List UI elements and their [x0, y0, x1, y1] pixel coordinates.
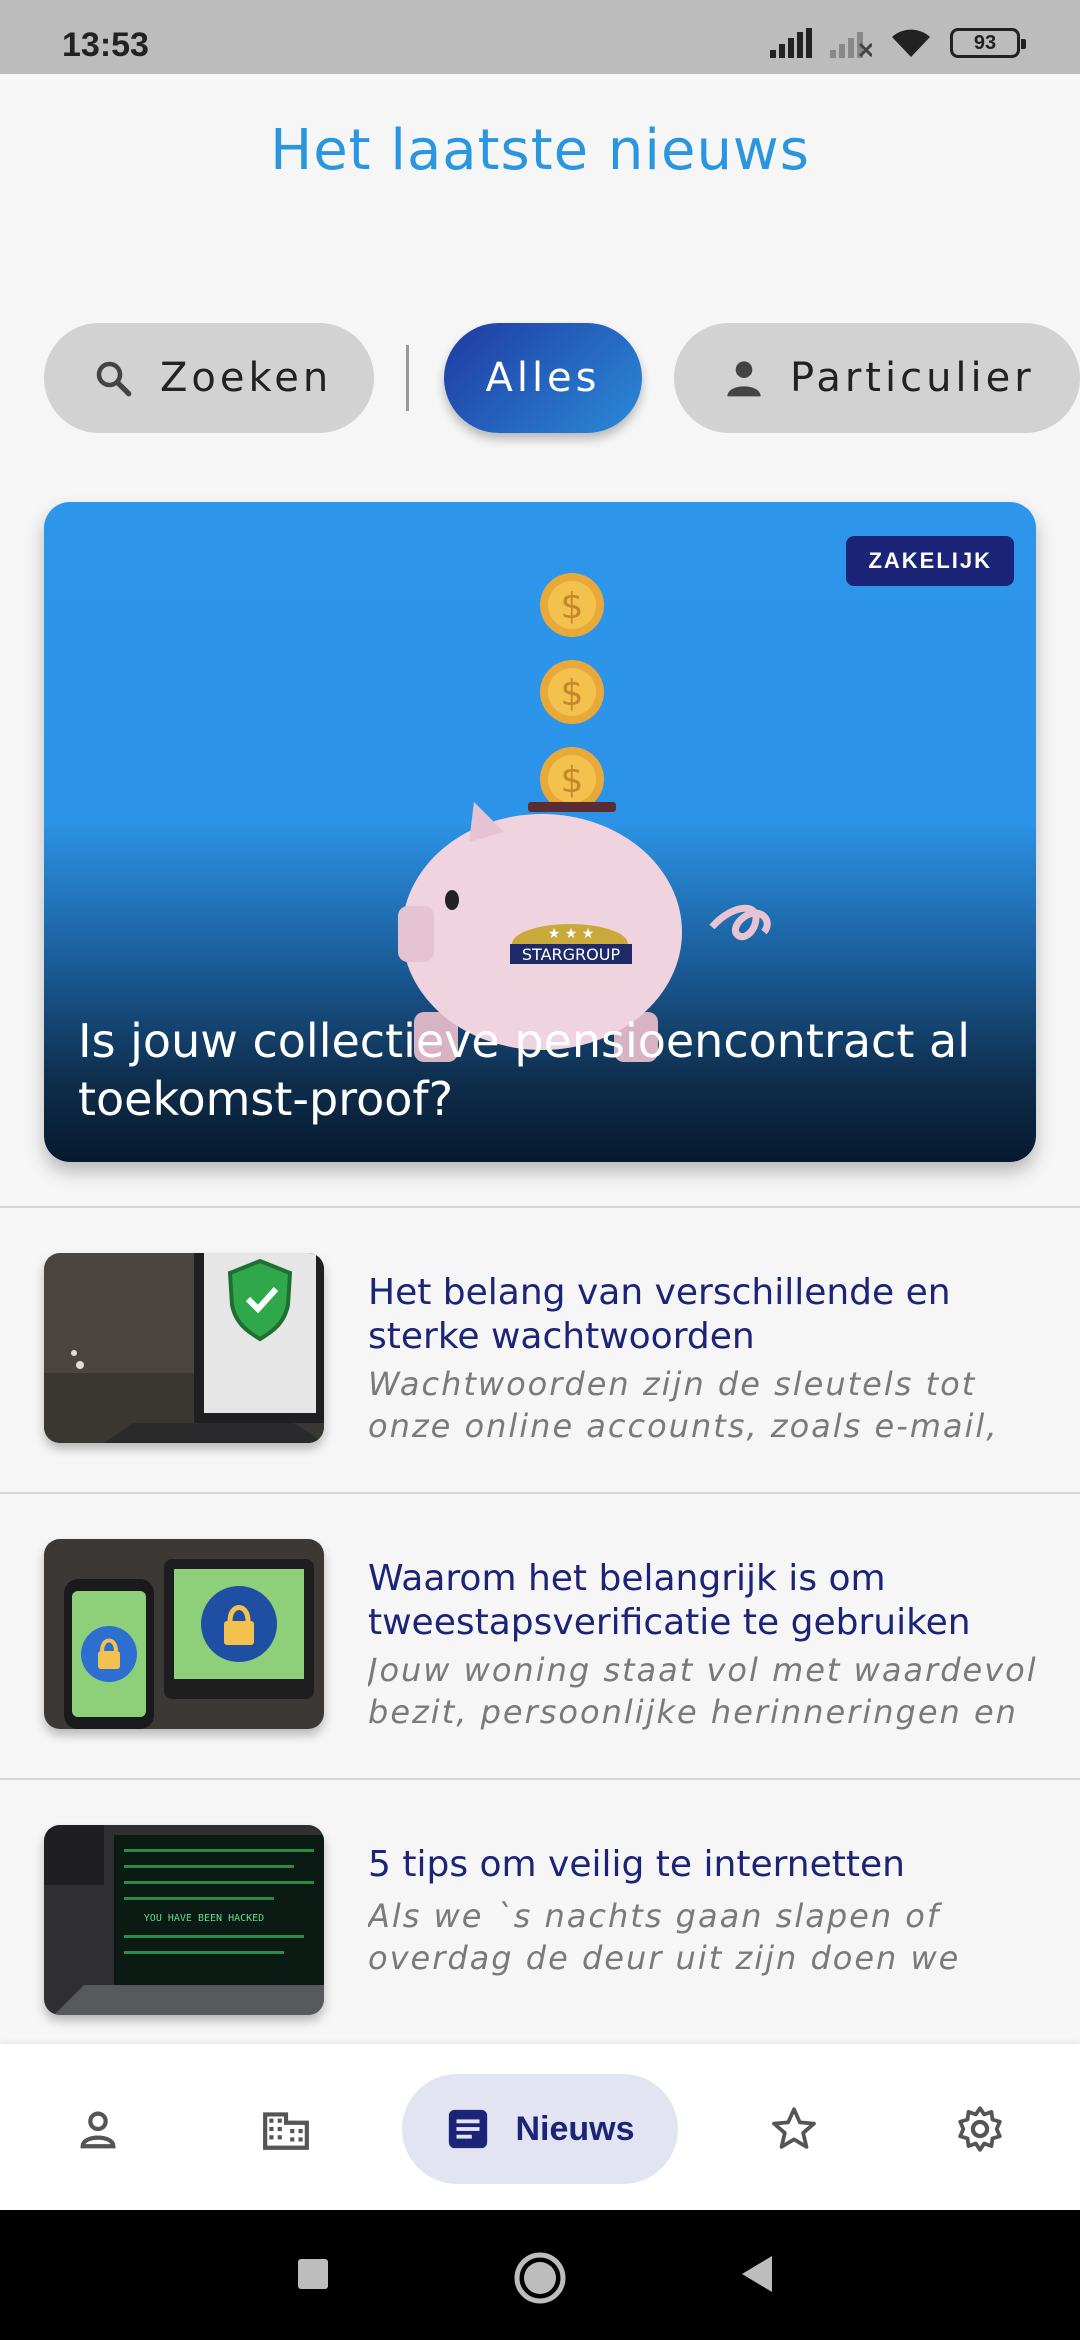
- building-icon: [263, 2112, 309, 2150]
- article-title: Het belang van verschillende en sterke w…: [368, 1272, 951, 1357]
- page-title: Het laatste nieuws: [270, 118, 810, 183]
- bottom-navigation: Nieuws: [0, 2044, 1080, 2210]
- nav-settings[interactable]: [930, 2074, 1030, 2184]
- svg-text:$: $: [561, 673, 584, 714]
- search-chip-label: Zoeken: [160, 355, 333, 401]
- nav-news-label: Nieuws: [515, 2109, 635, 2148]
- article-excerpt: Als we `s nachts gaan slapen of overdag …: [368, 1897, 961, 1977]
- signal-icon: [770, 28, 812, 58]
- private-chip[interactable]: Particulier: [674, 323, 1080, 433]
- chip-divider: [406, 345, 409, 411]
- list-item[interactable]: Het belang van verschillende en sterke w…: [44, 1253, 1044, 1445]
- battery-level: 93: [973, 31, 997, 54]
- article-excerpt: Wachtwoorden zijn de sleutels tot onze o…: [368, 1365, 999, 1445]
- system-navigation-bar: [0, 2210, 1080, 2340]
- lock-icon: [98, 1651, 120, 1669]
- article-excerpt: Jouw woning staat vol met waardevol bezi…: [368, 1651, 1038, 1731]
- home-icon[interactable]: [512, 2250, 568, 2306]
- filter-chips: Zoeken Alles Particulier: [44, 323, 1080, 433]
- nav-favorites[interactable]: [744, 2074, 844, 2184]
- article-icon: [449, 2109, 488, 2149]
- all-chip[interactable]: Alles: [444, 323, 642, 433]
- list-item[interactable]: Waarom het belangrijk is om tweestapsver…: [44, 1539, 1044, 1731]
- divider: [0, 1778, 1080, 1780]
- article-title: 5 tips om veilig te internetten: [368, 1844, 905, 1885]
- star-outline-icon: [772, 2107, 816, 2149]
- status-icons: 93: [770, 26, 1026, 60]
- article-thumbnail: [44, 1253, 324, 1443]
- list-item[interactable]: YOU HAVE BEEN HACKED 5 tips om veilig te…: [44, 1825, 1044, 2015]
- divider: [0, 1206, 1080, 1208]
- article-thumbnail: [44, 1539, 324, 1729]
- nav-news[interactable]: Nieuws: [402, 2074, 678, 2184]
- search-icon: [92, 357, 134, 399]
- nav-business[interactable]: [236, 2074, 336, 2184]
- battery-indicator: 93: [950, 28, 1026, 58]
- article-thumbnail: YOU HAVE BEEN HACKED: [44, 1825, 324, 2015]
- svg-text:STARGROUP: STARGROUP: [522, 945, 621, 964]
- svg-text:★ ★ ★: ★ ★ ★: [548, 926, 595, 942]
- search-chip[interactable]: Zoeken: [44, 323, 374, 433]
- svg-text:$: $: [561, 760, 584, 801]
- featured-article-title: Is jouw collectieve pensioencontract al …: [78, 1014, 970, 1126]
- svg-text:$: $: [561, 586, 584, 627]
- category-badge: ZAKELIJK: [846, 536, 1014, 586]
- gear-icon: [958, 2106, 1002, 2152]
- wifi-icon: [892, 29, 930, 57]
- thumb-caption: YOU HAVE BEEN HACKED: [144, 1913, 264, 1924]
- all-chip-label: Alles: [485, 355, 601, 401]
- private-chip-label: Particulier: [790, 355, 1035, 401]
- nav-profile[interactable]: [48, 2074, 148, 2184]
- signal-off-icon: [830, 32, 872, 58]
- divider: [0, 1492, 1080, 1494]
- recent-apps-icon[interactable]: [296, 2257, 330, 2291]
- article-title: Waarom het belangrijk is om tweestapsver…: [368, 1558, 971, 1643]
- status-time: 13:53: [62, 26, 149, 64]
- coin-icon: $: [540, 573, 604, 637]
- featured-article-card[interactable]: $ $ $ STARGROUP ★ ★ ★ ZAKELIJK Is jouw c…: [44, 502, 1036, 1162]
- person-icon: [724, 358, 764, 398]
- status-bar: 13:53 93: [0, 0, 1080, 74]
- back-icon[interactable]: [740, 2254, 774, 2294]
- person-outline-icon: [80, 2111, 116, 2149]
